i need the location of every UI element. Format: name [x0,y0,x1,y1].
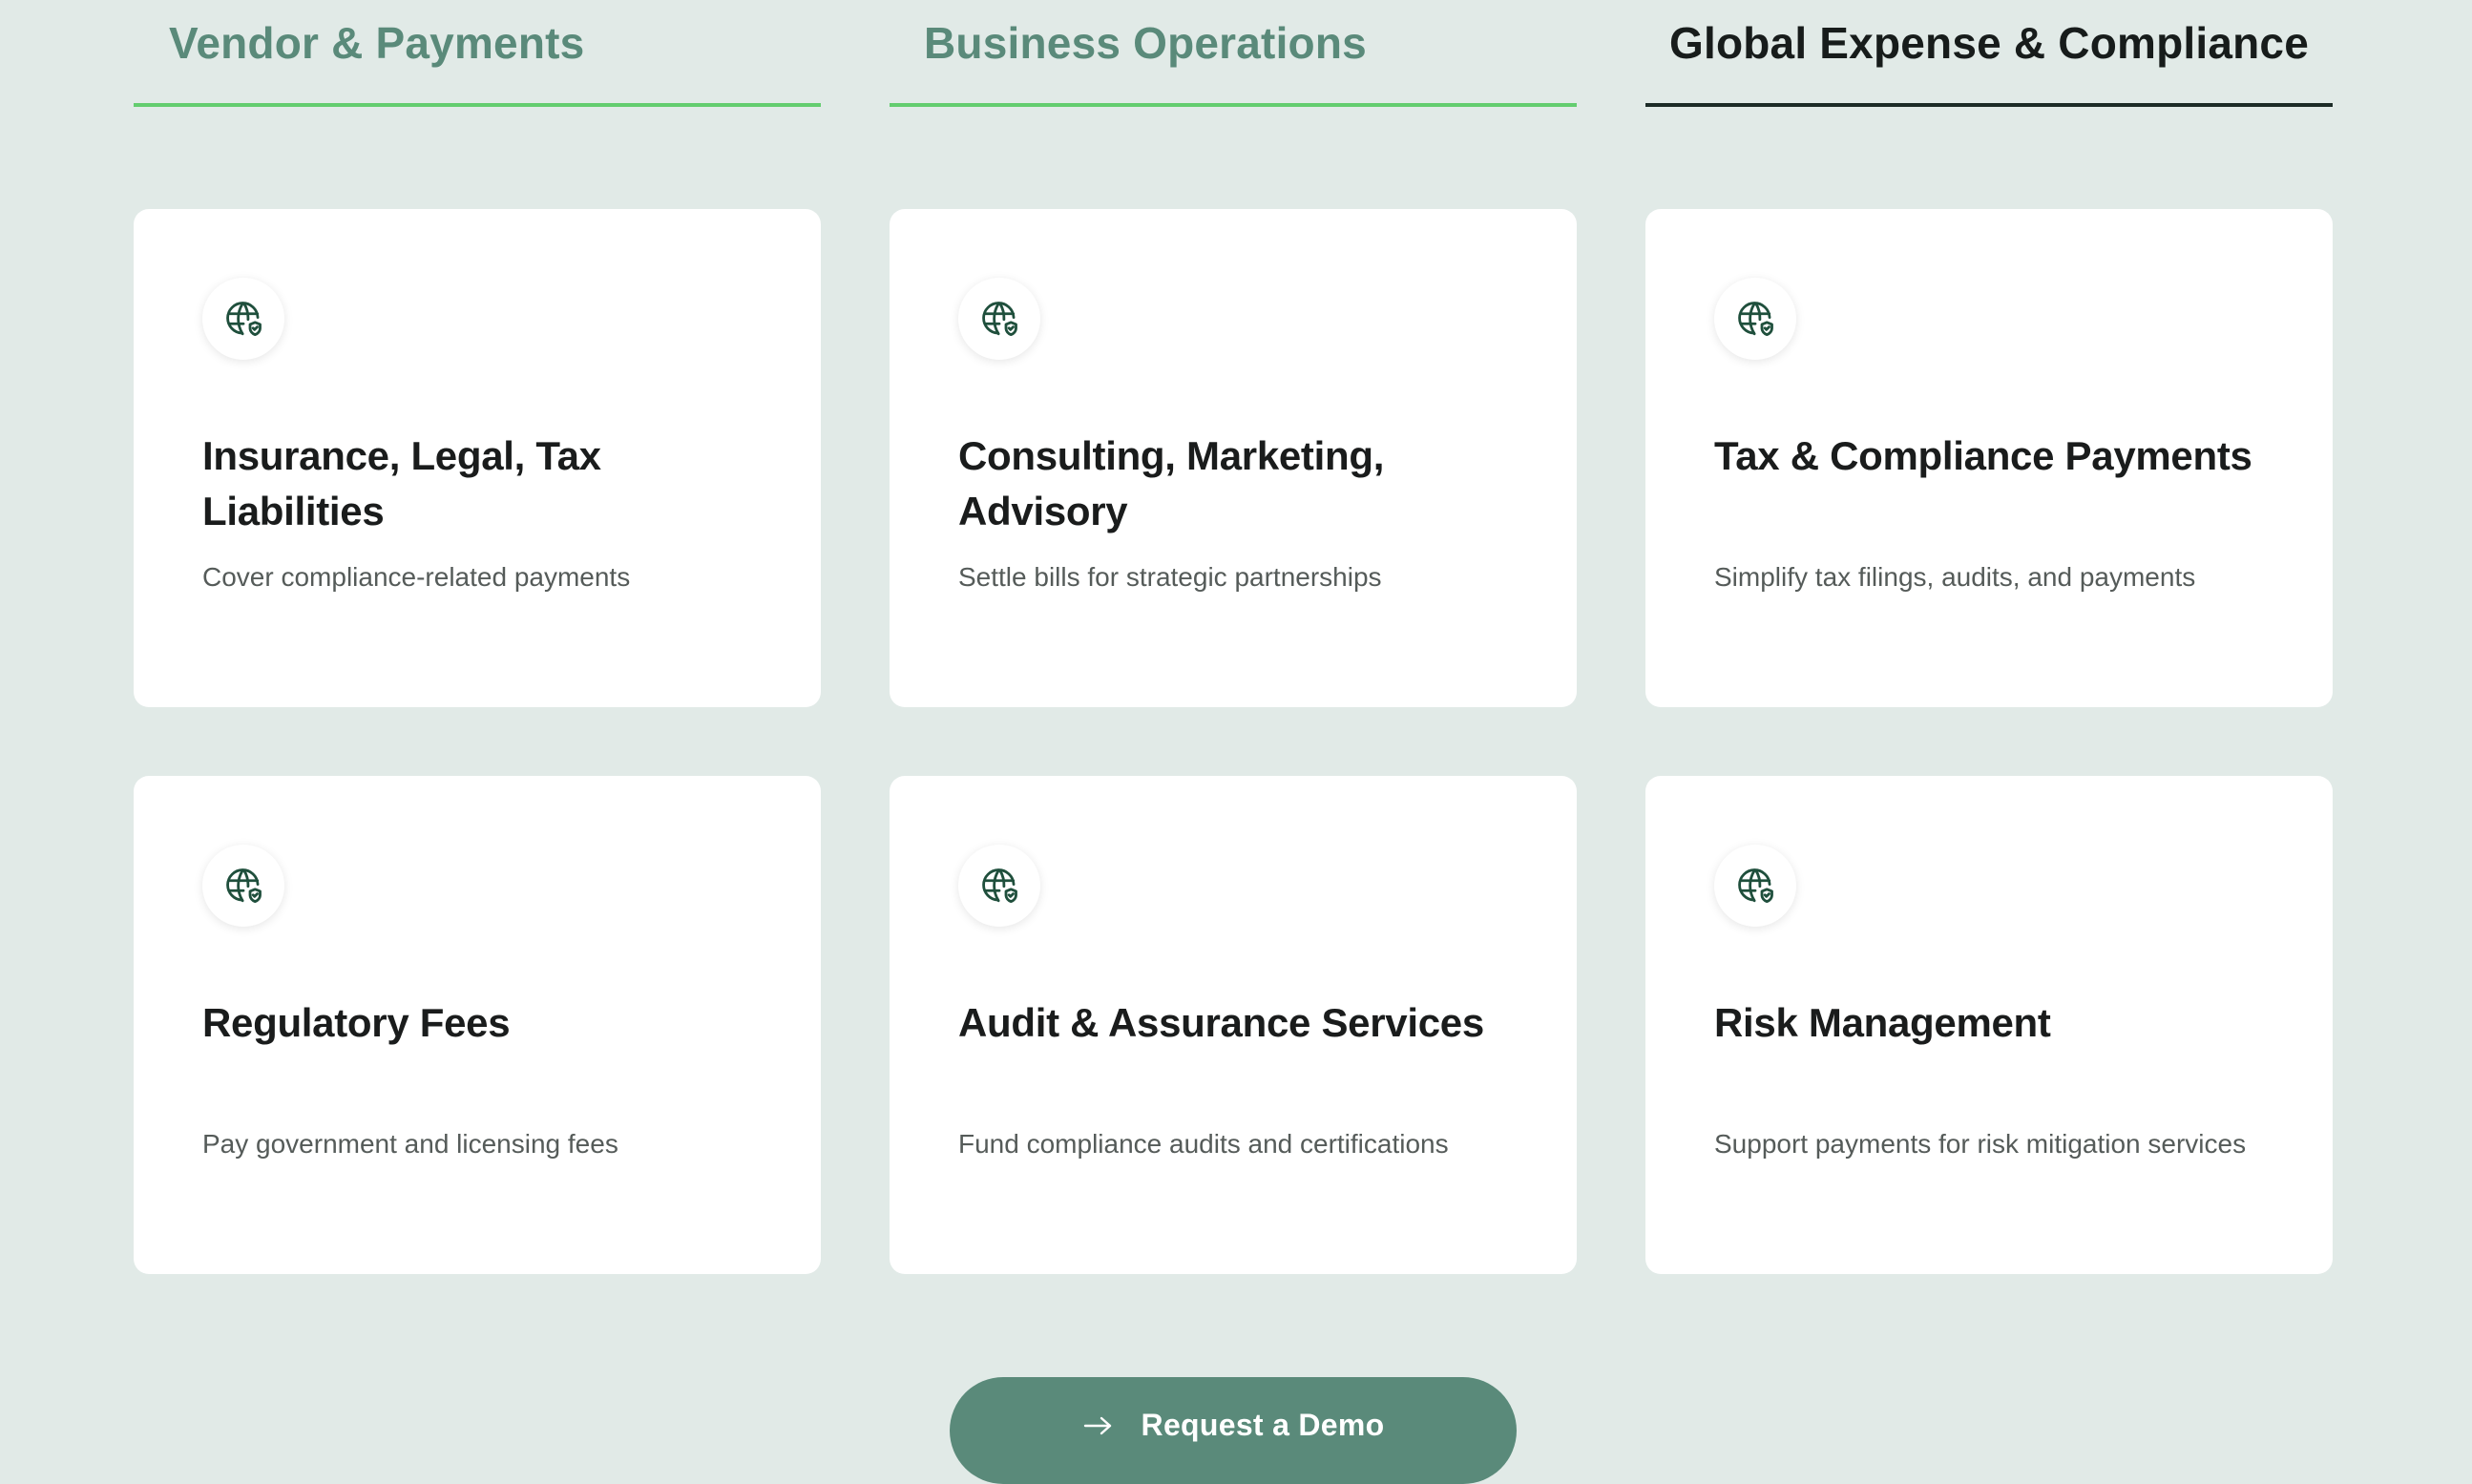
card-title: Audit & Assurance Services [958,1000,1484,1045]
globe-shield-icon [958,278,1040,360]
globe-shield-icon [1714,278,1796,360]
globe-shield-icon [958,845,1040,927]
globe-shield-icon [202,845,284,927]
card-title: Insurance, Legal, Tax Liabilities [202,433,601,533]
card-description: Cover compliance-related payments [202,562,631,592]
card-title: Regulatory Fees [202,1000,511,1045]
tab-label: Vendor & Payments [169,18,585,68]
tab-vendor-payments[interactable]: Vendor & Payments [134,0,821,107]
card-tax-compliance-payments: Tax & Compliance Payments Simplify tax f… [1645,209,2333,707]
globe-shield-icon [202,278,284,360]
card-consulting-marketing-advisory: Consulting, Marketing, Advisory Settle b… [890,209,1577,707]
request-demo-label: Request a Demo [1141,1408,1385,1442]
card-audit-assurance: Audit & Assurance Services Fund complian… [890,776,1577,1274]
tab-business-operations[interactable]: Business Operations [890,0,1577,107]
tab-label: Business Operations [924,18,1367,68]
card-risk-management: Risk Management Support payments for ris… [1645,776,2333,1274]
card-title: Risk Management [1714,1000,2051,1045]
card-insurance-legal-tax: Insurance, Legal, Tax Liabilities Cover … [134,209,821,707]
globe-shield-icon [1714,845,1796,927]
card-description: Settle bills for strategic partnerships [958,562,1382,592]
tab-global-expense-compliance[interactable]: Global Expense & Compliance [1645,0,2333,107]
category-tabs: Vendor & Payments Business Operations Gl… [134,0,2333,107]
tab-label: Global Expense & Compliance [1668,18,2310,68]
card-description: Support payments for risk mitigation ser… [1714,1129,2247,1159]
card-title: Consulting, Marketing, Advisory [958,433,1385,533]
arrow-right-icon [1083,1416,1111,1434]
card-title: Tax & Compliance Payments [1714,433,2252,478]
request-demo-button[interactable]: Request a Demo [950,1377,1517,1484]
card-description: Fund compliance audits and certification… [958,1129,1449,1159]
card-regulatory-fees: Regulatory Fees Pay government and licen… [134,776,821,1274]
card-description: Simplify tax filings, audits, and paymen… [1714,562,2196,592]
card-description: Pay government and licensing fees [202,1129,618,1159]
